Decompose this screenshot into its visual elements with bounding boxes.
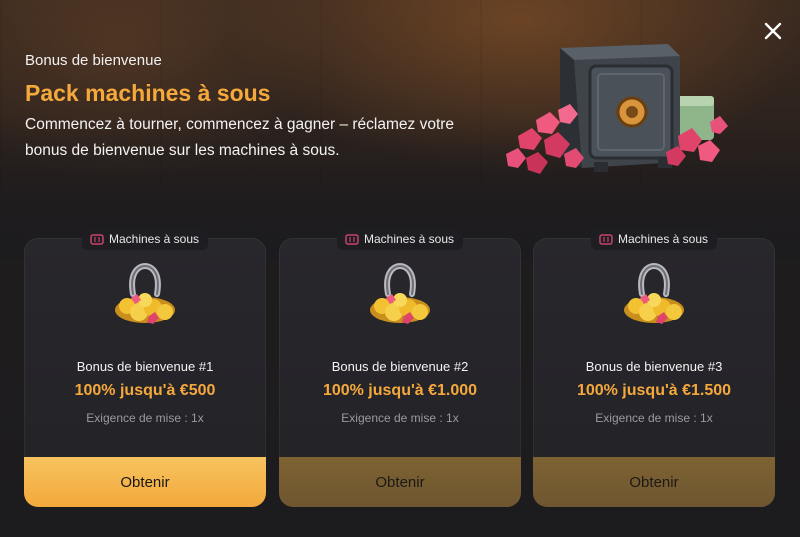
modal-eyebrow: Bonus de bienvenue bbox=[25, 52, 162, 69]
card-title: Bonus de bienvenue #3 bbox=[585, 359, 723, 374]
slot-machine-icon bbox=[90, 233, 104, 245]
horseshoe-gold-icon bbox=[364, 260, 436, 330]
card-tag: Machines à sous bbox=[81, 228, 209, 250]
card-tag: Machines à sous bbox=[590, 228, 718, 250]
modal-header: Bonus de bienvenue Pack machines à sous … bbox=[25, 52, 485, 164]
modal-description: Commencez à tourner, commencez à gagner … bbox=[25, 116, 455, 160]
card-requirement: Exigence de mise : 1x bbox=[341, 411, 459, 425]
bonus-card-3: Machines à sous Bonus de bienvenue #3 10… bbox=[533, 228, 775, 507]
welcome-bonus-modal: Bonus de bienvenue Pack machines à sous … bbox=[0, 0, 800, 537]
close-icon[interactable] bbox=[762, 20, 784, 42]
safe-with-gems-illustration bbox=[498, 36, 738, 186]
card-tag: Machines à sous bbox=[336, 228, 464, 250]
bonus-card-2: Machines à sous Bonus de bienvenue #2 10… bbox=[279, 228, 521, 507]
card-requirement: Exigence de mise : 1x bbox=[595, 411, 713, 425]
card-tag-label: Machines à sous bbox=[617, 232, 709, 246]
card-amount: 100% jusqu'à €1.000 bbox=[322, 382, 478, 399]
card-amount: 100% jusqu'à €1.500 bbox=[576, 382, 732, 399]
card-title: Bonus de bienvenue #1 bbox=[76, 359, 214, 374]
obtain-button-2[interactable]: Obtenir bbox=[279, 457, 521, 507]
card-tag-label: Machines à sous bbox=[108, 232, 200, 246]
modal-title: Pack machines à sous bbox=[25, 80, 271, 106]
horseshoe-gold-icon bbox=[618, 260, 690, 330]
slot-machine-icon bbox=[599, 233, 613, 245]
card-amount: 100% jusqu'à €500 bbox=[74, 382, 216, 399]
obtain-button-3[interactable]: Obtenir bbox=[533, 457, 775, 507]
obtain-button-1[interactable]: Obtenir bbox=[24, 457, 266, 507]
card-requirement: Exigence de mise : 1x bbox=[86, 411, 204, 425]
card-title: Bonus de bienvenue #2 bbox=[331, 359, 469, 374]
slot-machine-icon bbox=[345, 233, 359, 245]
card-tag-label: Machines à sous bbox=[363, 232, 455, 246]
bonus-card-1: Machines à sous Bonus de bienvenue #1 10… bbox=[24, 228, 266, 507]
horseshoe-gold-icon bbox=[109, 260, 181, 330]
